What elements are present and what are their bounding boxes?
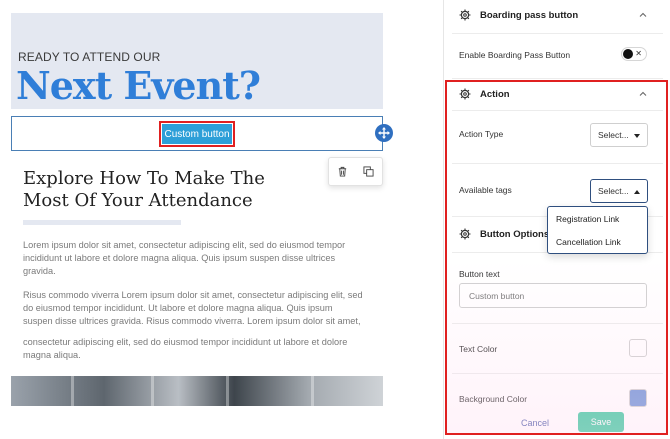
- boarding-pass-title: Boarding pass button: [480, 9, 579, 21]
- heading-underline: [23, 220, 181, 225]
- action-header[interactable]: Action: [459, 88, 510, 100]
- custom-button-label: Custom button: [162, 124, 232, 144]
- enable-boarding-pass-label: Enable Boarding Pass Button: [459, 50, 571, 60]
- enable-boarding-pass-toggle[interactable]: ✕: [621, 47, 647, 61]
- trash-icon[interactable]: [335, 165, 349, 179]
- move-icon[interactable]: [375, 124, 393, 142]
- boarding-pass-header[interactable]: Boarding pass button: [459, 9, 578, 21]
- settings-panel: Boarding pass button Enable Boarding Pas…: [443, 0, 670, 439]
- button-options-header[interactable]: Button Options: [459, 228, 549, 240]
- section-heading[interactable]: Explore How To Make The Most Of Your Att…: [23, 168, 313, 212]
- button-text-label: Button text: [459, 269, 500, 279]
- dropdown-option-cancellation-link[interactable]: Cancellation Link: [548, 230, 647, 253]
- divider: [452, 163, 663, 164]
- email-canvas: READY TO ATTEND OUR Next Event? Custom b…: [0, 0, 443, 439]
- gear-icon: [459, 88, 471, 100]
- body-paragraph[interactable]: consectetur adipiscing elit, sed do eius…: [23, 336, 363, 362]
- toggle-knob: [623, 49, 633, 59]
- divider: [452, 323, 663, 324]
- background-color-swatch[interactable]: [629, 389, 647, 407]
- dropdown-option-registration-link[interactable]: Registration Link: [548, 207, 647, 230]
- cancel-button[interactable]: Cancel: [521, 418, 549, 428]
- available-tags-dropdown: Registration Link Cancellation Link: [547, 206, 648, 254]
- block-toolbar: [328, 157, 383, 186]
- button-text-input[interactable]: [459, 283, 647, 308]
- gear-icon: [459, 228, 471, 240]
- hero-kicker: READY TO ATTEND OUR: [18, 50, 161, 64]
- hero-section[interactable]: READY TO ATTEND OUR Next Event?: [11, 13, 383, 109]
- chevron-up-icon[interactable]: [638, 10, 648, 20]
- venue-photo[interactable]: [11, 376, 383, 406]
- background-color-label: Background Color: [459, 394, 528, 404]
- caret-up-icon: [634, 190, 640, 194]
- button-block[interactable]: Custom button: [11, 116, 383, 151]
- caret-down-icon: [634, 134, 640, 138]
- body-paragraph[interactable]: Lorem ipsum dolor sit amet, consectetur …: [23, 239, 363, 278]
- save-button[interactable]: Save: [578, 412, 624, 432]
- divider: [452, 78, 663, 79]
- available-tags-select[interactable]: Select...: [590, 179, 648, 203]
- action-type-label: Action Type: [459, 129, 504, 139]
- body-paragraph[interactable]: Risus commodo viverra Lorem ipsum dolor …: [23, 289, 363, 328]
- action-type-select[interactable]: Select...: [590, 123, 648, 147]
- custom-button[interactable]: Custom button: [159, 121, 235, 147]
- action-title: Action: [480, 88, 510, 100]
- button-options-title: Button Options: [480, 228, 550, 240]
- move-arrows-icon: [378, 127, 390, 139]
- divider: [452, 373, 663, 374]
- chevron-up-icon[interactable]: [638, 89, 648, 99]
- divider: [452, 33, 663, 34]
- action-type-value: Select...: [598, 130, 629, 140]
- available-tags-label: Available tags: [459, 185, 512, 195]
- gear-icon: [459, 9, 471, 21]
- divider: [452, 110, 663, 111]
- close-icon: ✕: [635, 49, 642, 58]
- hero-title: Next Event?: [16, 63, 261, 108]
- text-color-swatch[interactable]: [629, 339, 647, 357]
- available-tags-value: Select...: [598, 186, 629, 196]
- duplicate-icon[interactable]: [362, 165, 376, 179]
- text-color-label: Text Color: [459, 344, 498, 354]
